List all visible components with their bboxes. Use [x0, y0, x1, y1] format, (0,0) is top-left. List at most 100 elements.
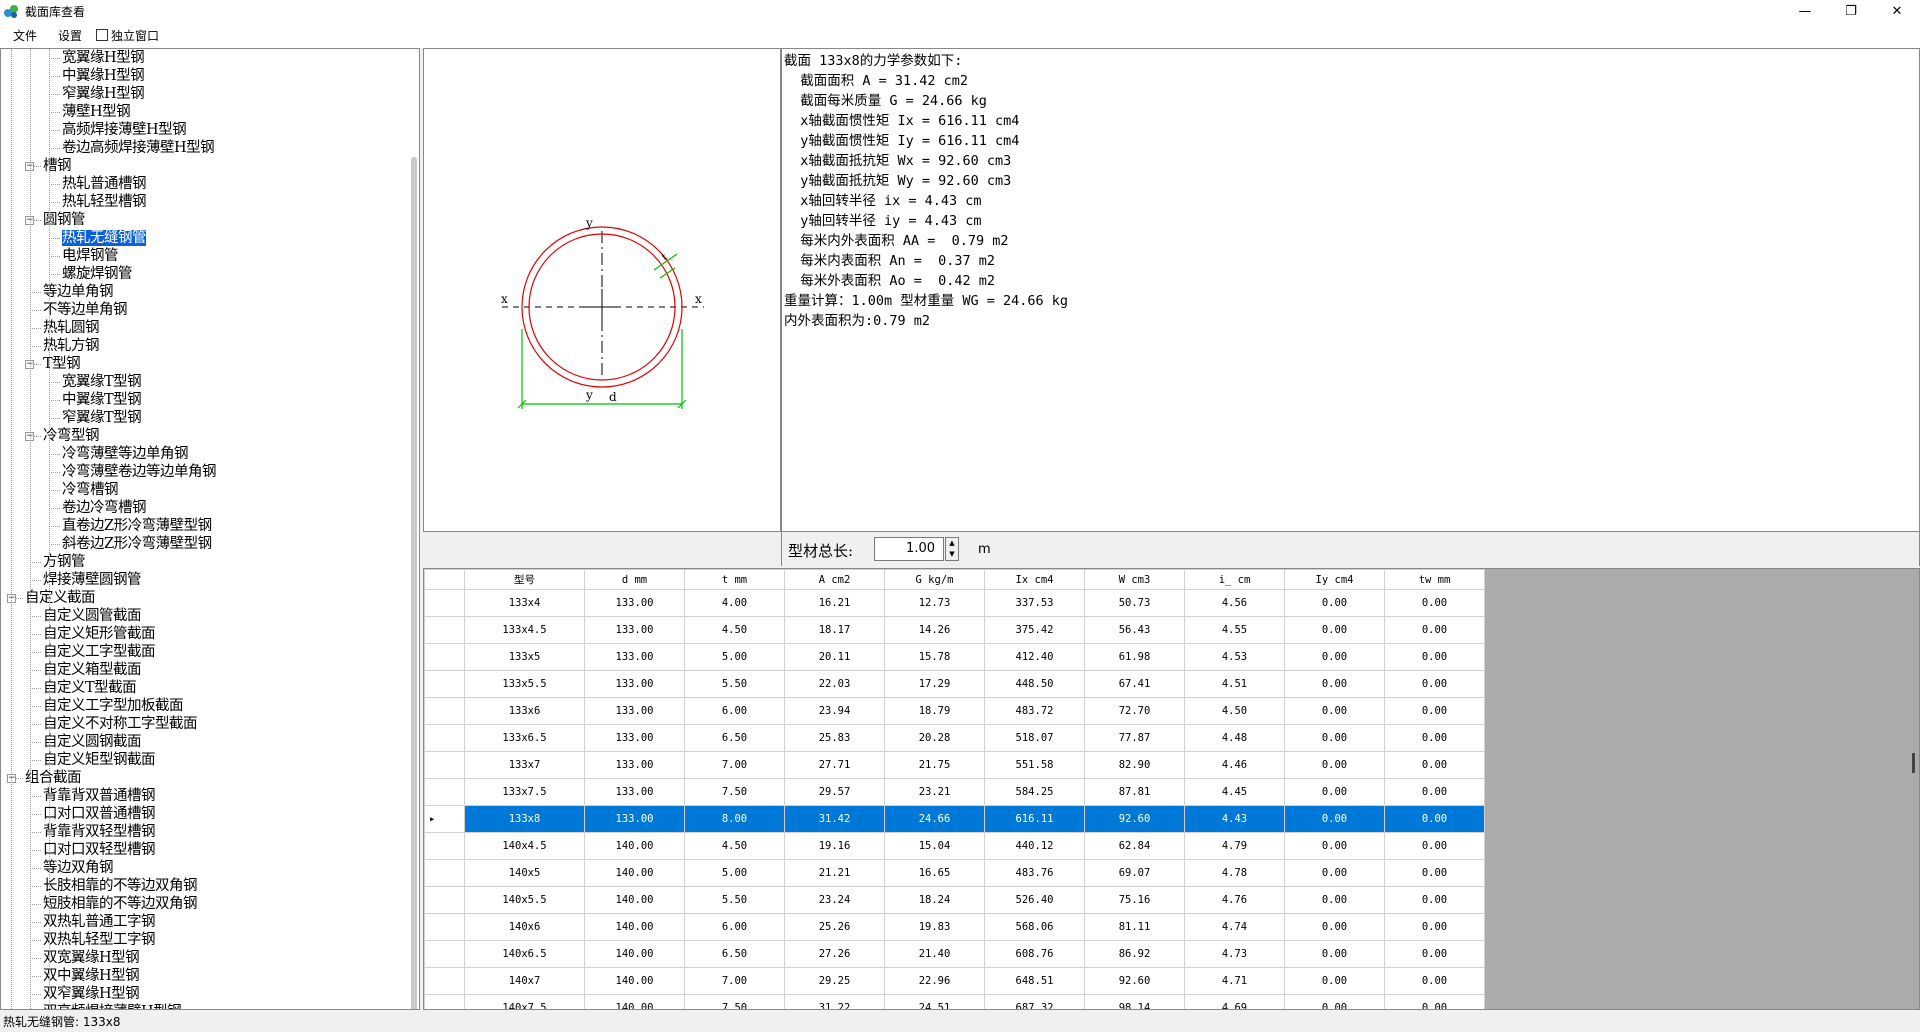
- table-cell[interactable]: 19.83: [884, 913, 985, 941]
- tree-item[interactable]: 等边单角钢: [43, 283, 114, 301]
- table-cell[interactable]: 0.00: [1384, 913, 1485, 941]
- table-cell[interactable]: 140.00: [584, 994, 685, 1009]
- tree-item[interactable]: 冷弯型钢: [43, 427, 100, 445]
- length-spinner[interactable]: ▲ ▼: [945, 537, 959, 561]
- table-cell[interactable]: 69.07: [1084, 859, 1185, 887]
- column-header[interactable]: d mm: [584, 569, 685, 590]
- table-cell[interactable]: 4.48: [1184, 724, 1285, 752]
- table-cell[interactable]: 82.90: [1084, 751, 1185, 779]
- table-cell[interactable]: 133x4: [464, 589, 585, 617]
- column-header[interactable]: tw mm: [1384, 569, 1485, 590]
- table-cell[interactable]: 14.26: [884, 616, 985, 644]
- table-cell[interactable]: 18.17: [784, 616, 885, 644]
- tree-scroll-thumb[interactable]: [411, 157, 417, 1009]
- table-cell[interactable]: 483.76: [984, 859, 1085, 887]
- table-cell[interactable]: 140x7.5: [464, 994, 585, 1009]
- table-cell[interactable]: 92.60: [1084, 967, 1185, 995]
- tree-item[interactable]: 卷边高频焊接薄壁H型钢: [62, 139, 215, 157]
- table-cell[interactable]: 19.16: [784, 832, 885, 860]
- table-cell[interactable]: 31.42: [784, 805, 885, 833]
- table-cell[interactable]: 4.46: [1184, 751, 1285, 779]
- column-header[interactable]: i_ cm: [1184, 569, 1285, 590]
- table-cell[interactable]: 4.56: [1184, 589, 1285, 617]
- table-cell[interactable]: 22.03: [784, 670, 885, 698]
- tree-item[interactable]: 自定义不对称工字型截面: [43, 715, 198, 733]
- table-cell[interactable]: 4.55: [1184, 616, 1285, 644]
- column-header[interactable]: A cm2: [784, 569, 885, 590]
- table-cell[interactable]: 4.69: [1184, 994, 1285, 1009]
- table-cell[interactable]: 8.00: [684, 805, 785, 833]
- table-cell[interactable]: 5.00: [684, 859, 785, 887]
- table-cell[interactable]: 20.28: [884, 724, 985, 752]
- table-cell[interactable]: 25.26: [784, 913, 885, 941]
- table-cell[interactable]: 0.00: [1384, 940, 1485, 968]
- tree-item[interactable]: 自定义工字型加板截面: [43, 697, 184, 715]
- tree-item[interactable]: 窄翼缘T型钢: [62, 409, 142, 427]
- table-cell[interactable]: 440.12: [984, 832, 1085, 860]
- table-cell[interactable]: 18.79: [884, 697, 985, 725]
- row-pointer-icon[interactable]: ▸: [424, 805, 465, 833]
- checkbox-box[interactable]: [96, 29, 109, 41]
- table-cell[interactable]: 56.43: [1084, 616, 1185, 644]
- tree-item[interactable]: 双高频焊接薄壁H型钢: [43, 1003, 182, 1009]
- table-cell[interactable]: 616.11: [984, 805, 1085, 833]
- tree-item[interactable]: 自定义矩形管截面: [43, 625, 156, 643]
- table-cell[interactable]: 133.00: [584, 697, 685, 725]
- row-header[interactable]: [424, 886, 465, 914]
- table-row[interactable]: 140x7.5 140.00 7.50 31.22 24.51 687.32 98.14 4.…: [424, 994, 1485, 1009]
- table-cell[interactable]: 92.60: [1084, 805, 1185, 833]
- tree-item[interactable]: 背靠背双轻型槽钢: [43, 823, 156, 841]
- tree-item[interactable]: 口对口双轻型槽钢: [43, 841, 156, 859]
- table-cell[interactable]: 20.11: [784, 643, 885, 671]
- table-cell[interactable]: 133.00: [584, 724, 685, 752]
- table-cell[interactable]: 687.32: [984, 994, 1085, 1009]
- table-cell[interactable]: 86.92: [1084, 940, 1185, 968]
- row-header[interactable]: [424, 967, 465, 995]
- tree-item[interactable]: 双窄翼缘H型钢: [43, 985, 140, 1003]
- tree-item[interactable]: 高频焊接薄壁H型钢: [62, 121, 187, 139]
- row-header[interactable]: [424, 697, 465, 725]
- tree-item[interactable]: 冷弯薄壁等边单角钢: [62, 445, 189, 463]
- tree-item[interactable]: 组合截面: [25, 769, 82, 787]
- table-cell[interactable]: 0.00: [1284, 724, 1385, 752]
- table-cell[interactable]: 4.43: [1184, 805, 1285, 833]
- table-cell[interactable]: 4.73: [1184, 940, 1285, 968]
- tree-item[interactable]: 焊接薄壁圆钢管: [43, 571, 142, 589]
- table-row[interactable]: 133x6.5 133.00 6.50 25.83 20.28 518.07 77.87 4.…: [424, 724, 1485, 752]
- table-cell[interactable]: 0.00: [1384, 832, 1485, 860]
- table-cell[interactable]: 23.24: [784, 886, 885, 914]
- table-cell[interactable]: 412.40: [984, 643, 1085, 671]
- tree-item[interactable]: 中翼缘H型钢: [62, 67, 145, 85]
- tree-item[interactable]: 槽钢: [43, 157, 72, 175]
- spin-up-icon[interactable]: ▲: [946, 538, 958, 549]
- table-cell[interactable]: 0.00: [1384, 697, 1485, 725]
- close-icon[interactable]: ✕: [1874, 0, 1920, 22]
- table-cell[interactable]: 87.81: [1084, 778, 1185, 806]
- tree-item[interactable]: 双中翼缘H型钢: [43, 967, 140, 985]
- tree-item[interactable]: 直卷边Z形冷弯薄壁型钢: [62, 517, 212, 535]
- tree-item[interactable]: 口对口双普通槽钢: [43, 805, 156, 823]
- table-cell[interactable]: 5.50: [684, 670, 785, 698]
- table-cell[interactable]: 0.00: [1284, 940, 1385, 968]
- table-cell[interactable]: 7.50: [684, 778, 785, 806]
- row-header[interactable]: [424, 751, 465, 779]
- table-cell[interactable]: 133.00: [584, 670, 685, 698]
- tree-item[interactable]: 薄壁H型钢: [62, 103, 131, 121]
- table-cell[interactable]: 7.50: [684, 994, 785, 1009]
- table-cell[interactable]: 23.94: [784, 697, 885, 725]
- tree-item[interactable]: 斜卷边Z形冷弯薄壁型钢: [62, 535, 212, 553]
- table-cell[interactable]: 133.00: [584, 778, 685, 806]
- table-cell[interactable]: 0.00: [1384, 886, 1485, 914]
- row-header[interactable]: [424, 940, 465, 968]
- table-cell[interactable]: 4.78: [1184, 859, 1285, 887]
- table-cell[interactable]: 648.51: [984, 967, 1085, 995]
- table-cell[interactable]: 140.00: [584, 940, 685, 968]
- table-cell[interactable]: 140.00: [584, 886, 685, 914]
- tree-item[interactable]: 冷弯薄壁卷边等边单角钢: [62, 463, 217, 481]
- tree-item[interactable]: 螺旋焊钢管: [62, 265, 133, 283]
- table-cell[interactable]: 133.00: [584, 589, 685, 617]
- table-cell[interactable]: 18.24: [884, 886, 985, 914]
- tree-item[interactable]: 长肢相靠的不等边双角钢: [43, 877, 198, 895]
- length-input[interactable]: 1.00: [874, 537, 944, 561]
- table-cell[interactable]: 15.78: [884, 643, 985, 671]
